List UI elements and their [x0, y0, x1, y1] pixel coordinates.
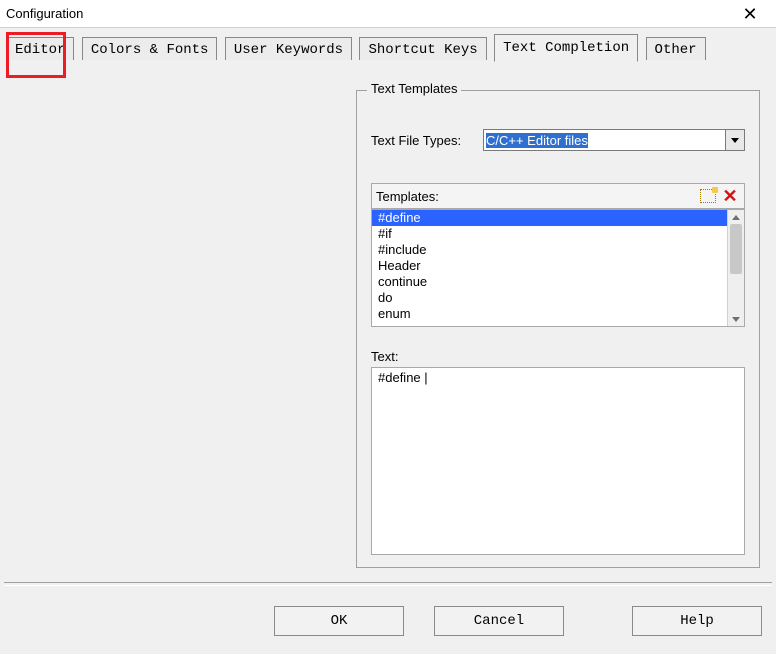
cancel-button[interactable]: Cancel [434, 606, 564, 636]
group-legend: Text Templates [367, 81, 461, 96]
label-templates: Templates: [376, 189, 696, 204]
templates-list-scrollbar[interactable] [727, 210, 744, 326]
combo-file-types[interactable]: C/C++ Editor files [483, 129, 745, 151]
combo-file-types-value[interactable]: C/C++ Editor files [483, 129, 725, 151]
tab-text-completion[interactable]: Text Completion [494, 34, 638, 62]
list-item[interactable]: Header [372, 258, 744, 274]
list-item[interactable]: continue [372, 274, 744, 290]
list-item[interactable]: enum [372, 306, 744, 322]
button-bar: OK Cancel Help [0, 588, 776, 654]
titlebar: Configuration ✕ [0, 0, 776, 28]
list-item[interactable]: do [372, 290, 744, 306]
new-template-button[interactable] [698, 186, 718, 206]
label-text: Text: [371, 349, 398, 364]
scroll-down-icon[interactable] [728, 312, 744, 326]
scroll-thumb[interactable] [730, 224, 742, 274]
list-item[interactable]: #define [372, 210, 744, 226]
chevron-down-icon[interactable] [725, 129, 745, 151]
tab-page-text-completion: Text Templates Text File Types: C/C++ Ed… [6, 60, 770, 578]
row-file-types: Text File Types: C/C++ Editor files [371, 129, 745, 151]
combo-file-types-selected-text: C/C++ Editor files [486, 133, 588, 148]
template-text-input[interactable]: #define | [371, 367, 745, 555]
scroll-up-icon[interactable] [728, 210, 744, 224]
list-item[interactable]: #include [372, 242, 744, 258]
label-file-types: Text File Types: [371, 133, 483, 148]
delete-icon: ✕ [722, 186, 737, 207]
list-item[interactable]: #if [372, 226, 744, 242]
templates-header: Templates: ✕ [371, 183, 745, 209]
templates-list[interactable]: #define #if #include Header continue do … [371, 209, 745, 327]
close-icon[interactable]: ✕ [730, 5, 770, 23]
group-text-templates: Text Templates Text File Types: C/C++ Ed… [356, 90, 760, 568]
help-button[interactable]: Help [632, 606, 762, 636]
tabstrip: Editor Colors & Fonts User Keywords Shor… [6, 34, 770, 61]
ok-button[interactable]: OK [274, 606, 404, 636]
window-title: Configuration [6, 6, 83, 21]
new-template-icon [700, 189, 716, 203]
separator [4, 582, 772, 586]
template-text-value: #define | [378, 370, 428, 385]
delete-template-button[interactable]: ✕ [720, 186, 740, 206]
